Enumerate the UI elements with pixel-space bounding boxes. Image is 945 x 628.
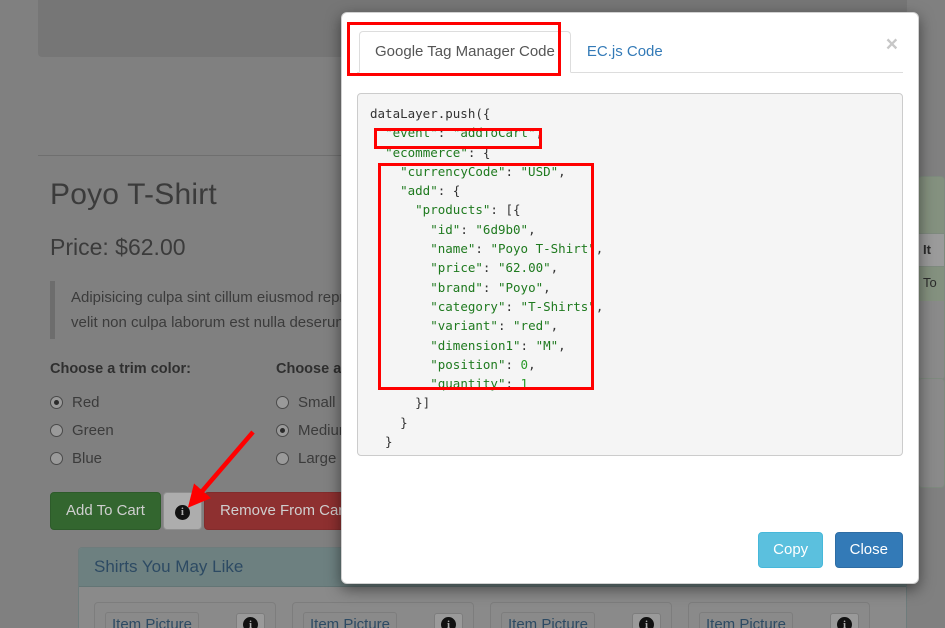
secondary-side-panel bbox=[918, 378, 945, 488]
item-picture-label: Item Picture bbox=[699, 612, 794, 628]
cart-summary-row-total: To bbox=[919, 267, 944, 301]
item-info-button[interactable]: i bbox=[830, 613, 859, 628]
modal-header: × Google Tag Manager Code EC.js Code bbox=[342, 13, 918, 73]
radio-indicator-icon bbox=[276, 396, 289, 409]
option-group-trim-color: Choose a trim color: Red Green Blue bbox=[50, 361, 276, 478]
radio-label: Green bbox=[72, 422, 114, 439]
cart-summary-body bbox=[919, 301, 944, 379]
radio-label: Large bbox=[298, 450, 337, 467]
radio-indicator-icon bbox=[50, 424, 63, 437]
list-item[interactable]: Item Picture i bbox=[490, 602, 672, 628]
close-icon[interactable]: × bbox=[880, 33, 904, 56]
remove-from-cart-button[interactable]: Remove From Cart bbox=[203, 492, 364, 530]
cart-summary-row-item: It bbox=[919, 233, 944, 267]
screen-root: Poyo T-Shirt Price: $62.00 Adipisicing c… bbox=[0, 0, 945, 628]
radio-indicator-icon bbox=[276, 452, 289, 465]
info-icon: i bbox=[639, 617, 654, 628]
info-icon: i bbox=[441, 617, 456, 628]
item-info-button[interactable]: i bbox=[236, 613, 265, 628]
list-item[interactable]: Item Picture i bbox=[94, 602, 276, 628]
info-icon: i bbox=[837, 617, 852, 628]
close-button[interactable]: Close bbox=[834, 532, 903, 568]
list-item[interactable]: Item Picture i bbox=[292, 602, 474, 628]
item-info-button[interactable]: i bbox=[434, 613, 463, 628]
info-icon: i bbox=[174, 504, 190, 520]
recommendations-list: Item Picture i Item Picture i Item Pictu… bbox=[79, 587, 906, 628]
add-to-cart-button[interactable]: Add To Cart bbox=[50, 492, 161, 530]
code-block: dataLayer.push({ "event": "addToCart", "… bbox=[357, 93, 903, 456]
radio-indicator-icon bbox=[50, 452, 63, 465]
tab-ecjs-code[interactable]: EC.js Code bbox=[571, 31, 679, 73]
radio-trim-blue[interactable]: Blue bbox=[50, 450, 276, 467]
item-picture-label: Item Picture bbox=[501, 612, 596, 628]
radio-indicator-icon bbox=[276, 424, 289, 437]
item-picture-label: Item Picture bbox=[105, 612, 200, 628]
radio-label: Red bbox=[72, 394, 100, 411]
radio-indicator-icon bbox=[50, 396, 63, 409]
radio-trim-red[interactable]: Red bbox=[50, 394, 276, 411]
cart-summary-widget[interactable]: It To bbox=[918, 176, 945, 380]
cart-summary-header bbox=[919, 177, 944, 233]
modal-footer: Copy Close bbox=[342, 516, 918, 583]
info-icon: i bbox=[243, 617, 258, 628]
item-picture-label: Item Picture bbox=[303, 612, 398, 628]
copy-button[interactable]: Copy bbox=[758, 532, 824, 568]
radio-trim-green[interactable]: Green bbox=[50, 422, 276, 439]
radio-label: Blue bbox=[72, 450, 103, 467]
add-to-cart-info-button[interactable]: i bbox=[162, 492, 202, 530]
modal-body: dataLayer.push({ "event": "addToCart", "… bbox=[342, 73, 918, 516]
option-legend-trim-color: Choose a trim color: bbox=[50, 361, 191, 377]
list-item[interactable]: Item Picture i bbox=[688, 602, 870, 628]
item-info-button[interactable]: i bbox=[632, 613, 661, 628]
tab-google-tag-manager-code[interactable]: Google Tag Manager Code bbox=[359, 31, 571, 73]
modal-tabs: Google Tag Manager Code EC.js Code bbox=[357, 31, 903, 73]
radio-label: Small bbox=[298, 394, 336, 411]
tracking-code-modal: × Google Tag Manager Code EC.js Code dat… bbox=[341, 12, 919, 584]
